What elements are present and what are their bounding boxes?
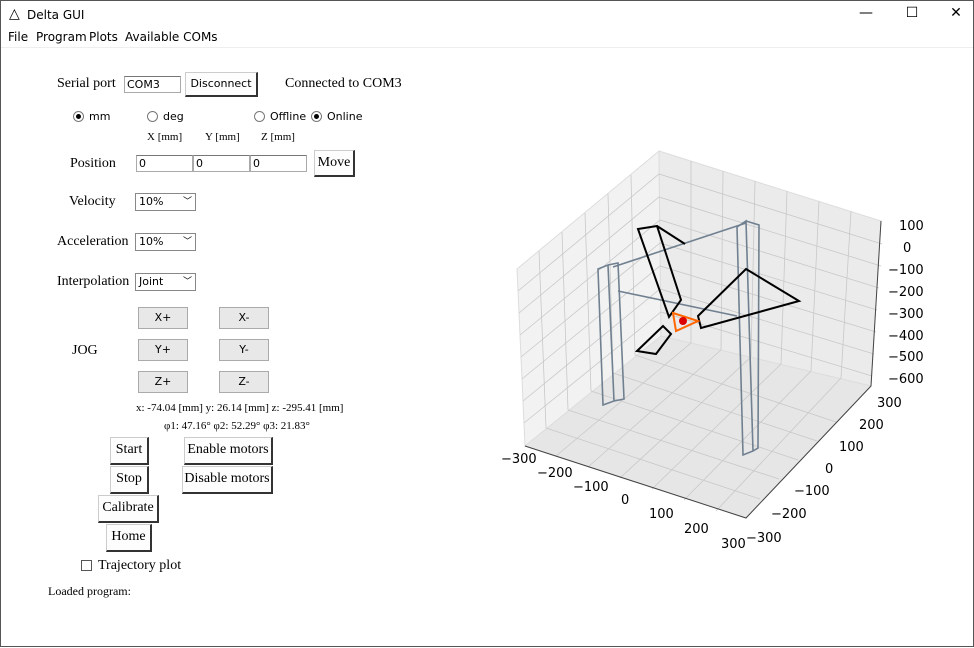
y-tick: −100 [794, 484, 830, 499]
app-window: △ Delta GUI — ☐ ✕ File Program Plots Ava… [0, 0, 974, 647]
z-tick: −200 [888, 285, 924, 300]
z-tick: −300 [888, 307, 924, 322]
x-tick: 100 [649, 507, 674, 522]
z-tick: −400 [888, 329, 924, 344]
robot-3d-plot[interactable]: 100 0 −100 −200 −300 −400 −500 −600 −300… [1, 1, 974, 648]
y-tick: −300 [746, 531, 782, 546]
y-tick: −200 [771, 507, 807, 522]
z-tick-labels: 100 0 −100 −200 −300 −400 −500 −600 [888, 219, 924, 387]
x-tick: −200 [537, 466, 573, 481]
x-tick: 200 [684, 522, 709, 537]
z-tick: −600 [888, 372, 924, 387]
z-tick: 0 [903, 241, 911, 256]
y-tick: 300 [877, 396, 902, 411]
x-tick: 0 [621, 493, 629, 508]
z-tick: −500 [888, 350, 924, 365]
y-tick: 200 [859, 418, 884, 433]
y-tick: 0 [825, 462, 833, 477]
z-tick: −100 [888, 263, 924, 278]
x-tick: −300 [501, 452, 537, 467]
y-tick: 100 [839, 440, 864, 455]
x-tick: −100 [573, 480, 609, 495]
end-effector-point [679, 317, 687, 325]
x-tick: 300 [721, 537, 746, 552]
z-tick: 100 [899, 219, 924, 234]
